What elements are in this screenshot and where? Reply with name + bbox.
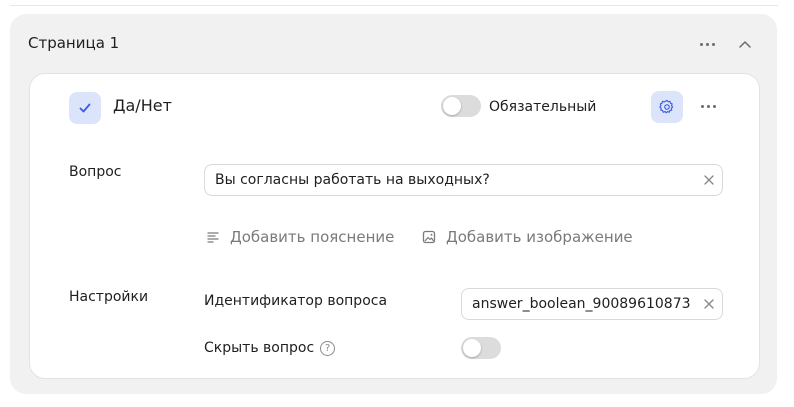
hide-question-toggle[interactable] xyxy=(461,337,501,359)
text-lines-icon xyxy=(207,232,219,243)
more-icon xyxy=(700,97,716,117)
page-title: Страница 1 xyxy=(28,34,120,52)
gear-icon xyxy=(659,99,674,114)
add-hint-label: Добавить пояснение xyxy=(230,228,395,246)
help-icon[interactable]: ? xyxy=(320,340,336,356)
check-icon xyxy=(79,103,91,113)
add-image-button[interactable]: Добавить изображение xyxy=(422,228,633,246)
question-text-label: Вопрос xyxy=(69,164,122,180)
close-icon[interactable] xyxy=(702,297,716,311)
required-label: Обязательный xyxy=(489,99,597,115)
settings-label: Настройки xyxy=(69,289,149,305)
top-divider xyxy=(10,5,778,6)
question-id-label: Идентификатор вопроса xyxy=(204,293,388,309)
chevron-up-icon xyxy=(739,41,751,48)
close-icon[interactable] xyxy=(702,173,716,187)
question-text-value: Вы согласны работать на выходных? xyxy=(215,172,490,188)
required-toggle[interactable] xyxy=(441,95,481,117)
question-settings-button[interactable] xyxy=(651,91,683,123)
question-text-input[interactable]: Вы согласны работать на выходных? xyxy=(204,164,723,196)
hide-question-row: Скрыть вопрос? xyxy=(204,340,336,356)
image-icon xyxy=(422,230,436,244)
page-more-button[interactable] xyxy=(696,34,718,54)
question-type-checkbox[interactable] xyxy=(69,92,101,124)
question-id-input[interactable]: answer_boolean_90089610873 xyxy=(461,288,723,320)
question-more-button[interactable] xyxy=(697,96,719,116)
more-icon xyxy=(699,35,715,55)
add-image-label: Добавить изображение xyxy=(446,228,633,246)
question-type-label: Да/Нет xyxy=(113,96,172,115)
question-id-value: answer_boolean_90089610873 xyxy=(472,296,691,312)
question-card xyxy=(29,73,760,379)
collapse-page-button[interactable] xyxy=(736,34,754,54)
hide-question-label: Скрыть вопрос xyxy=(204,340,315,356)
add-hint-button[interactable]: Добавить пояснение xyxy=(206,228,394,246)
